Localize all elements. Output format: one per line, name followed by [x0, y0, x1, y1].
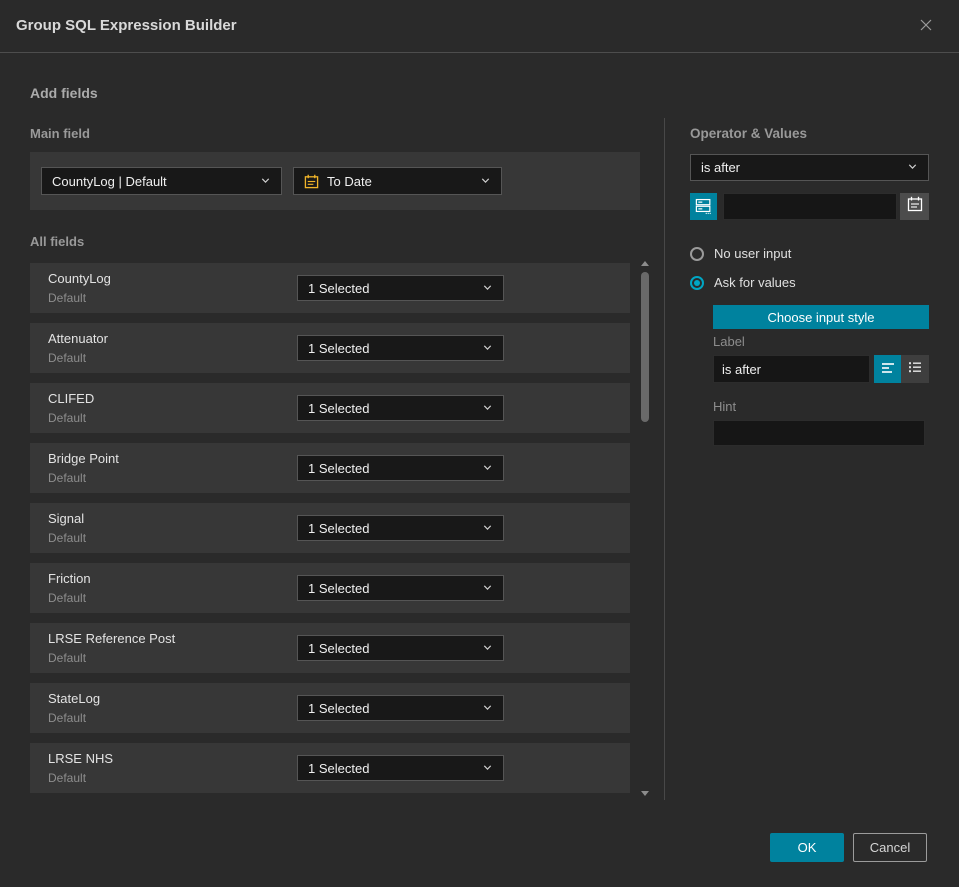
- field-selected-value: 1 Selected: [308, 460, 370, 476]
- field-name: LRSE NHS: [48, 751, 114, 766]
- field-row: CLIFED Default 1 Selected: [30, 383, 630, 433]
- field-name: LRSE Reference Post: [48, 631, 176, 646]
- field-selected-dropdown[interactable]: 1 Selected: [297, 395, 504, 421]
- label-style-list-button[interactable]: [901, 355, 929, 383]
- field-selected-dropdown[interactable]: 1 Selected: [297, 695, 504, 721]
- hint-label: Hint: [713, 399, 737, 414]
- main-field-select-value: CountyLog | Default: [52, 173, 167, 189]
- label-style-text-button[interactable]: [874, 355, 901, 383]
- field-row: Friction Default 1 Selected: [30, 563, 630, 613]
- scrollbar-down-arrow[interactable]: [641, 791, 649, 796]
- field-row: CountyLog Default 1 Selected: [30, 263, 630, 313]
- field-selected-dropdown[interactable]: 1 Selected: [297, 515, 504, 541]
- field-row: Attenuator Default 1 Selected: [30, 323, 630, 373]
- field-row: LRSE Reference Post Default 1 Selected: [30, 623, 630, 673]
- chevron-down-icon: [482, 581, 493, 596]
- field-subtitle: Default: [48, 591, 87, 605]
- field-subtitle: Default: [48, 411, 87, 425]
- field-subtitle: Default: [48, 531, 87, 545]
- field-selected-dropdown[interactable]: 1 Selected: [297, 575, 504, 601]
- field-subtitle: Default: [48, 651, 87, 665]
- field-selected-value: 1 Selected: [308, 760, 370, 776]
- date-picker-button[interactable]: [900, 193, 929, 220]
- field-name: CountyLog: [48, 271, 111, 286]
- operator-select-value: is after: [701, 160, 741, 175]
- close-icon: [918, 17, 934, 38]
- scrollbar-thumb[interactable]: [641, 272, 649, 422]
- field-selected-dropdown[interactable]: 1 Selected: [297, 455, 504, 481]
- field-selected-value: 1 Selected: [308, 400, 370, 416]
- operator-values-heading: Operator & Values: [690, 126, 808, 141]
- radio-no-user-input[interactable]: No user input: [690, 246, 791, 261]
- field-selected-dropdown[interactable]: 1 Selected: [297, 755, 504, 781]
- calendar-icon: [304, 174, 319, 189]
- stacked-values-icon: [694, 196, 713, 218]
- field-row: Signal Default 1 Selected: [30, 503, 630, 553]
- choose-input-style-button[interactable]: Choose input style: [713, 305, 929, 329]
- chevron-down-icon: [482, 641, 493, 656]
- add-fields-heading: Add fields: [30, 85, 98, 101]
- radio-ask-for-values[interactable]: Ask for values: [690, 275, 796, 290]
- operator-select[interactable]: is after: [690, 154, 929, 181]
- label-label: Label: [713, 334, 745, 349]
- pick-values-button[interactable]: [690, 193, 717, 220]
- field-selected-value: 1 Selected: [308, 640, 370, 656]
- field-selected-value: 1 Selected: [308, 280, 370, 296]
- main-field-select[interactable]: CountyLog | Default: [41, 167, 282, 195]
- cancel-button[interactable]: Cancel: [853, 833, 927, 862]
- all-fields-label: All fields: [30, 234, 85, 249]
- bulleted-list-icon: [907, 359, 923, 380]
- calendar-icon: [907, 196, 923, 217]
- field-row: Bridge Point Default 1 Selected: [30, 443, 630, 493]
- date-value-input[interactable]: [723, 193, 897, 220]
- main-date-select-value: To Date: [327, 173, 372, 189]
- align-left-icon: [880, 360, 896, 379]
- main-field-row: CountyLog | Default To Date: [30, 152, 640, 210]
- field-name: StateLog: [48, 691, 101, 706]
- field-selected-dropdown[interactable]: 1 Selected: [297, 335, 504, 361]
- label-input[interactable]: [713, 355, 870, 383]
- field-selected-value: 1 Selected: [308, 700, 370, 716]
- chevron-down-icon: [482, 761, 493, 776]
- radio-circle-selected: [690, 275, 704, 290]
- chevron-down-icon: [482, 401, 493, 416]
- panel-divider: [664, 118, 665, 800]
- chevron-down-icon: [260, 174, 271, 189]
- chevron-down-icon: [482, 461, 493, 476]
- chevron-down-icon: [482, 521, 493, 536]
- dialog-title: Group SQL Expression Builder: [16, 17, 237, 34]
- field-name: CLIFED: [48, 391, 95, 406]
- ok-button[interactable]: OK: [770, 833, 844, 862]
- radio-no-user-input-label: No user input: [714, 246, 792, 261]
- main-date-select[interactable]: To Date: [293, 167, 502, 195]
- chevron-down-icon: [907, 160, 918, 175]
- field-row: LRSE NHS Default 1 Selected: [30, 743, 630, 793]
- field-name: Friction: [48, 571, 91, 586]
- group-sql-expression-builder-dialog: Group SQL Expression Builder Add fields …: [0, 0, 959, 887]
- radio-ask-for-values-label: Ask for values: [714, 275, 796, 290]
- chevron-down-icon: [482, 341, 493, 356]
- field-selected-dropdown[interactable]: 1 Selected: [297, 635, 504, 661]
- chevron-down-icon: [480, 174, 491, 189]
- field-name: Attenuator: [48, 331, 108, 346]
- field-subtitle: Default: [48, 351, 87, 365]
- field-subtitle: Default: [48, 291, 87, 305]
- scrollbar-up-arrow[interactable]: [641, 261, 649, 266]
- hint-input[interactable]: [713, 420, 925, 446]
- radio-circle: [690, 246, 704, 261]
- field-row: StateLog Default 1 Selected: [30, 683, 630, 733]
- field-selected-value: 1 Selected: [308, 520, 370, 536]
- chevron-down-icon: [482, 701, 493, 716]
- field-subtitle: Default: [48, 711, 87, 725]
- close-button[interactable]: [915, 16, 937, 38]
- field-name: Signal: [48, 511, 85, 526]
- field-selected-value: 1 Selected: [308, 340, 370, 356]
- field-subtitle: Default: [48, 471, 87, 485]
- field-name: Bridge Point: [48, 451, 119, 466]
- main-field-label: Main field: [30, 126, 90, 141]
- chevron-down-icon: [482, 281, 493, 296]
- field-selected-dropdown[interactable]: 1 Selected: [297, 275, 504, 301]
- field-selected-value: 1 Selected: [308, 580, 370, 596]
- field-subtitle: Default: [48, 771, 87, 785]
